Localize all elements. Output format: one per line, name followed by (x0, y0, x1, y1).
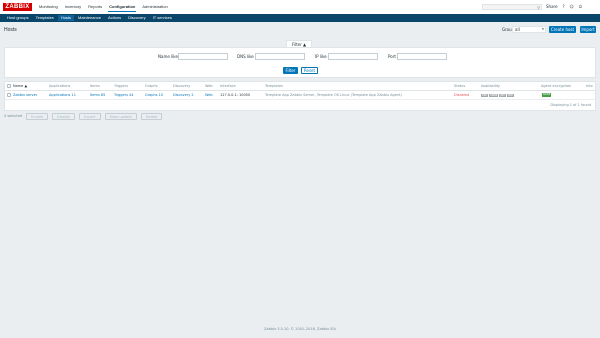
logout-icon[interactable]: ⏻ (579, 4, 582, 10)
filter-name-label: Name like (158, 54, 178, 59)
filter-port-label: Port (388, 54, 396, 59)
column-web: Web (205, 84, 213, 88)
column-status: Status (454, 84, 466, 88)
page-title: Hosts (4, 27, 17, 33)
filter-name-input[interactable] (178, 53, 228, 60)
create-host-button[interactable]: Create host (549, 26, 576, 33)
filter-panel: Name like DNS like IP like Port (4, 47, 596, 78)
column-applications: Applications (49, 84, 71, 88)
table-header-row: Name ▲ Applications Items Triggers Graph… (5, 82, 595, 91)
mass-update-button[interactable]: Mass update (104, 113, 137, 120)
column-items: Items (90, 84, 100, 88)
triggers-link[interactable]: Triggers 44 (114, 93, 133, 98)
sub-menu: Host groups Templates Hosts Maintenance … (4, 15, 175, 21)
items-link[interactable]: Items 65 (90, 93, 105, 98)
filter-ip-label: IP like (315, 54, 327, 59)
web-link[interactable]: Web (205, 93, 213, 98)
mass-actions-bar: 0 selected Enable Disable Export Mass up… (4, 113, 163, 120)
filter-dns-input[interactable] (255, 53, 305, 60)
filter-dns-label: DNS like (237, 54, 254, 59)
sub-menu-templates[interactable]: Templates (33, 15, 57, 21)
column-interface: Interface (220, 84, 236, 88)
import-button[interactable]: Import (580, 26, 596, 33)
sub-menu-it-services[interactable]: IT services (150, 15, 175, 21)
group-select[interactable]: all ▼ (512, 26, 546, 33)
discovery-link[interactable]: Discovery 2 (173, 93, 194, 98)
sub-menu-discovery[interactable]: Discovery (125, 15, 149, 21)
disable-button[interactable]: Disable (52, 113, 76, 120)
export-button[interactable]: Export (79, 113, 101, 120)
sub-navigation-bar: Host groups Templates Hosts Maintenance … (0, 14, 600, 22)
graphs-link[interactable]: Graphs 10 (145, 93, 163, 98)
zbx-badge: ZBX (481, 94, 489, 97)
chevron-down-icon: ▼ (541, 27, 544, 31)
hosts-table: Name ▲ Applications Items Triggers Graph… (4, 81, 596, 111)
top-menu-administration[interactable]: Administration (141, 4, 168, 12)
table-row: Zabbix server Applications 11 Items 65 T… (5, 91, 595, 100)
user-profile-icon[interactable]: ☺ (570, 4, 574, 10)
jmx-badge: JMX (499, 94, 506, 97)
filter-apply-button[interactable]: Filter (283, 67, 298, 74)
filter-reset-button[interactable]: Reset (301, 67, 318, 74)
templates-link[interactable]: Template App Zabbix Server, Template OS … (265, 93, 402, 98)
column-triggers: Triggers (114, 84, 128, 88)
row-checkbox[interactable] (7, 93, 11, 97)
sub-menu-hosts[interactable]: Hosts (57, 15, 75, 21)
selected-count: 0 selected (4, 114, 23, 118)
status-toggle[interactable]: Disabled (454, 93, 469, 98)
host-name-link[interactable]: Zabbix server (13, 93, 37, 98)
filter-port-input[interactable] (397, 53, 447, 60)
displaying-count: Displaying 1 of 1 found (550, 103, 591, 107)
share-link[interactable]: Share (546, 4, 558, 10)
global-search-input[interactable]: ⚲ (482, 4, 542, 10)
top-menu-inventory[interactable]: Inventory (64, 4, 82, 12)
column-templates: Templates (265, 84, 283, 88)
sub-menu-actions[interactable]: Actions (105, 15, 124, 21)
encryption-badge: NONE (542, 93, 552, 97)
availability-badges: ZBX SNMP JMX IPMI (481, 94, 515, 97)
column-graphs: Graphs (145, 84, 158, 88)
top-menu-configuration[interactable]: Configuration (108, 4, 137, 12)
enable-button[interactable]: Enable (26, 113, 49, 120)
sub-menu-host-groups[interactable]: Host groups (4, 15, 32, 21)
delete-button[interactable]: Delete (140, 113, 163, 120)
filter-ip-input[interactable] (328, 53, 378, 60)
help-icon[interactable]: ? (563, 4, 565, 10)
top-menu-reports[interactable]: Reports (87, 4, 103, 12)
ipmi-badge: IPMI (506, 94, 515, 97)
interface-value: 127.0.0.1: 10050 (220, 93, 251, 97)
page-footer: Zabbix 3.0.10. © 2001–2016, Zabbix SIA (264, 327, 336, 331)
column-availability: Availability (481, 84, 501, 88)
top-navigation-bar: ZABBIX Monitoring Inventory Reports Conf… (0, 0, 600, 14)
column-info: Info (586, 84, 593, 88)
top-menu: Monitoring Inventory Reports Configurati… (38, 4, 169, 12)
select-all-checkbox[interactable] (7, 84, 11, 88)
column-name[interactable]: Name ▲ (13, 84, 27, 89)
sub-menu-maintenance[interactable]: Maintenance (75, 15, 104, 21)
zabbix-logo[interactable]: ZABBIX (3, 3, 32, 11)
search-icon[interactable]: ⚲ (537, 5, 540, 10)
applications-link[interactable]: Applications 11 (49, 93, 76, 98)
snmp-badge: SNMP (489, 94, 499, 97)
group-select-value: all (515, 27, 520, 32)
header-icons: Share ? ☺ ⏻ (546, 4, 582, 10)
column-agent-encryption: Agent encryption (541, 84, 572, 88)
top-menu-monitoring[interactable]: Monitoring (38, 4, 59, 12)
column-discovery: Discovery (173, 84, 191, 88)
